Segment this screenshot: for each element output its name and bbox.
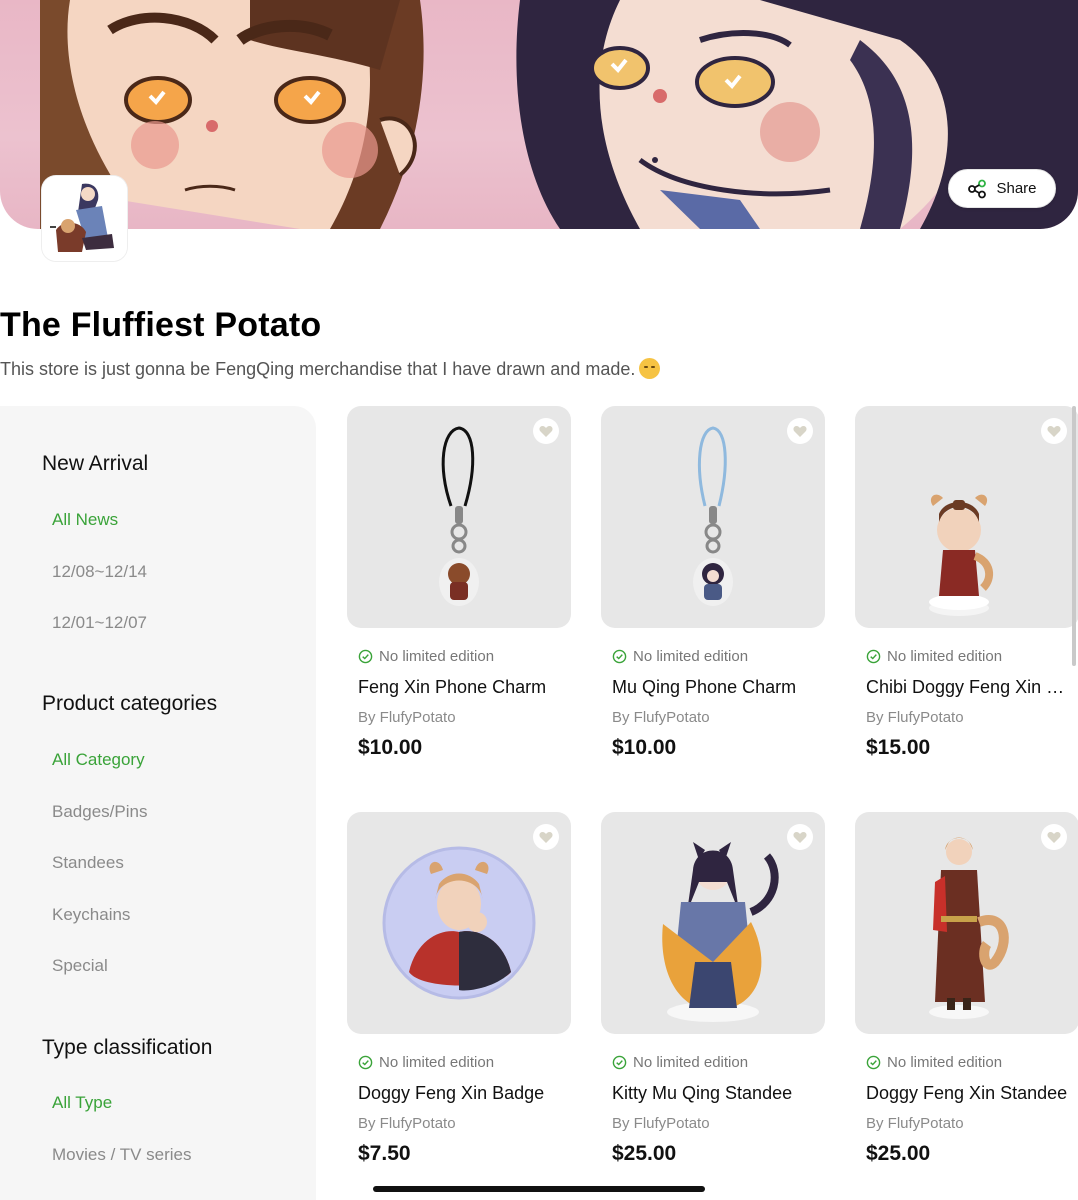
product-price: $7.50: [358, 1142, 411, 1165]
share-button[interactable]: Share: [948, 169, 1056, 208]
filter-movies-tv-series[interactable]: Movies / TV series: [52, 1145, 192, 1165]
product-image[interactable]: [347, 406, 571, 628]
share-icon: [968, 179, 987, 198]
product-meta: No limited edition Doggy Feng Xin Stande…: [866, 1054, 1076, 1166]
product-name[interactable]: Feng Xin Phone Charm: [358, 677, 562, 698]
product-name[interactable]: Chibi Doggy Feng Xin Standee: [866, 677, 1070, 698]
favorite-button[interactable]: [1041, 418, 1067, 444]
heart-icon: [1047, 832, 1061, 843]
favorite-button[interactable]: [533, 418, 559, 444]
heart-icon: [1047, 426, 1061, 437]
home-indicator[interactable]: [373, 1186, 705, 1192]
filter-week-1201-1207[interactable]: 12/01~12/07: [52, 613, 147, 633]
store-title: The Fluffiest Potato: [0, 306, 322, 344]
edition-status: No limited edition: [612, 648, 822, 665]
kissing-face-emoji-icon: [639, 358, 661, 379]
edition-label: No limited edition: [633, 1054, 749, 1071]
product-card[interactable]: No limited edition Chibi Doggy Feng Xin …: [855, 406, 1078, 759]
edition-label: No limited edition: [887, 1054, 1003, 1071]
product-categories-heading: Product categories: [42, 692, 218, 715]
product-name[interactable]: Kitty Mu Qing Standee: [612, 1083, 816, 1104]
product-image[interactable]: [601, 812, 825, 1034]
edition-label: No limited edition: [379, 648, 495, 665]
product-card[interactable]: No limited edition Mu Qing Phone Charm B…: [601, 406, 825, 759]
favorite-button[interactable]: [533, 824, 559, 850]
filter-sidebar: New Arrival All News 12/08~12/14 12/01~1…: [0, 406, 316, 1200]
product-seller: By FlufyPotato: [866, 1115, 964, 1132]
product-image[interactable]: [855, 812, 1078, 1034]
scrollbar[interactable]: [1072, 406, 1076, 666]
edition-status: No limited edition: [866, 1054, 1076, 1071]
product-meta: No limited edition Kitty Mu Qing Standee…: [612, 1054, 822, 1166]
favorite-button[interactable]: [787, 418, 813, 444]
banner-artwork: [40, 0, 1078, 229]
filter-week-1208-1214[interactable]: 12/08~12/14: [52, 562, 147, 582]
edition-status: No limited edition: [358, 648, 568, 665]
type-classification-heading: Type classification: [42, 1036, 213, 1059]
filter-all-type[interactable]: All Type: [52, 1093, 112, 1113]
edition-status: No limited edition: [358, 1054, 568, 1071]
share-label: Share: [996, 180, 1037, 197]
product-seller: By FlufyPotato: [612, 709, 710, 726]
filter-special[interactable]: Special: [52, 956, 108, 976]
favorite-button[interactable]: [1041, 824, 1067, 850]
product-image[interactable]: [855, 406, 1078, 628]
product-seller: By FlufyPotato: [612, 1115, 710, 1132]
product-image[interactable]: [601, 406, 825, 628]
favorite-button[interactable]: [787, 824, 813, 850]
product-card[interactable]: No limited edition Feng Xin Phone Charm …: [347, 406, 571, 759]
product-image[interactable]: [347, 812, 571, 1034]
avatar-image: [42, 176, 127, 261]
filter-badges-pins[interactable]: Badges/Pins: [52, 802, 147, 822]
check-circle-icon: [612, 1055, 627, 1070]
heart-icon: [539, 832, 553, 843]
store-avatar[interactable]: [42, 176, 127, 261]
filter-all-news[interactable]: All News: [52, 510, 118, 530]
store-description-text: This store is just gonna be FengQing mer…: [0, 359, 636, 379]
check-circle-icon: [866, 649, 881, 664]
product-card[interactable]: No limited edition Doggy Feng Xin Badge …: [347, 812, 571, 1165]
product-price: $10.00: [612, 736, 677, 759]
product-seller: By FlufyPotato: [358, 709, 456, 726]
product-card[interactable]: No limited edition Kitty Mu Qing Standee…: [601, 812, 825, 1165]
filter-keychains[interactable]: Keychains: [52, 905, 130, 925]
product-meta: No limited edition Doggy Feng Xin Badge …: [358, 1054, 568, 1166]
edition-status: No limited edition: [612, 1054, 822, 1071]
heart-icon: [793, 426, 807, 437]
product-name[interactable]: Doggy Feng Xin Badge: [358, 1083, 562, 1104]
heart-icon: [793, 832, 807, 843]
edition-label: No limited edition: [887, 648, 1003, 665]
check-circle-icon: [866, 1055, 881, 1070]
product-price: $10.00: [358, 736, 423, 759]
edition-status: No limited edition: [866, 648, 1076, 665]
check-circle-icon: [612, 649, 627, 664]
edition-label: No limited edition: [633, 648, 749, 665]
product-meta: No limited edition Feng Xin Phone Charm …: [358, 648, 568, 760]
product-price: $15.00: [866, 736, 931, 759]
edition-label: No limited edition: [379, 1054, 495, 1071]
heart-icon: [539, 426, 553, 437]
product-name[interactable]: Doggy Feng Xin Standee: [866, 1083, 1070, 1104]
product-seller: By FlufyPotato: [866, 709, 964, 726]
store-description: This store is just gonna be FengQing mer…: [0, 358, 661, 380]
product-name[interactable]: Mu Qing Phone Charm: [612, 677, 816, 698]
product-seller: By FlufyPotato: [358, 1115, 456, 1132]
store-banner: [0, 0, 1078, 229]
filter-all-category[interactable]: All Category: [52, 750, 145, 770]
product-price: $25.00: [612, 1142, 677, 1165]
check-circle-icon: [358, 649, 373, 664]
new-arrival-heading: New Arrival: [42, 452, 149, 475]
product-meta: No limited edition Chibi Doggy Feng Xin …: [866, 648, 1076, 760]
product-meta: No limited edition Mu Qing Phone Charm B…: [612, 648, 822, 760]
check-circle-icon: [358, 1055, 373, 1070]
filter-standees[interactable]: Standees: [52, 853, 124, 873]
product-price: $25.00: [866, 1142, 931, 1165]
product-card[interactable]: No limited edition Doggy Feng Xin Stande…: [855, 812, 1078, 1165]
